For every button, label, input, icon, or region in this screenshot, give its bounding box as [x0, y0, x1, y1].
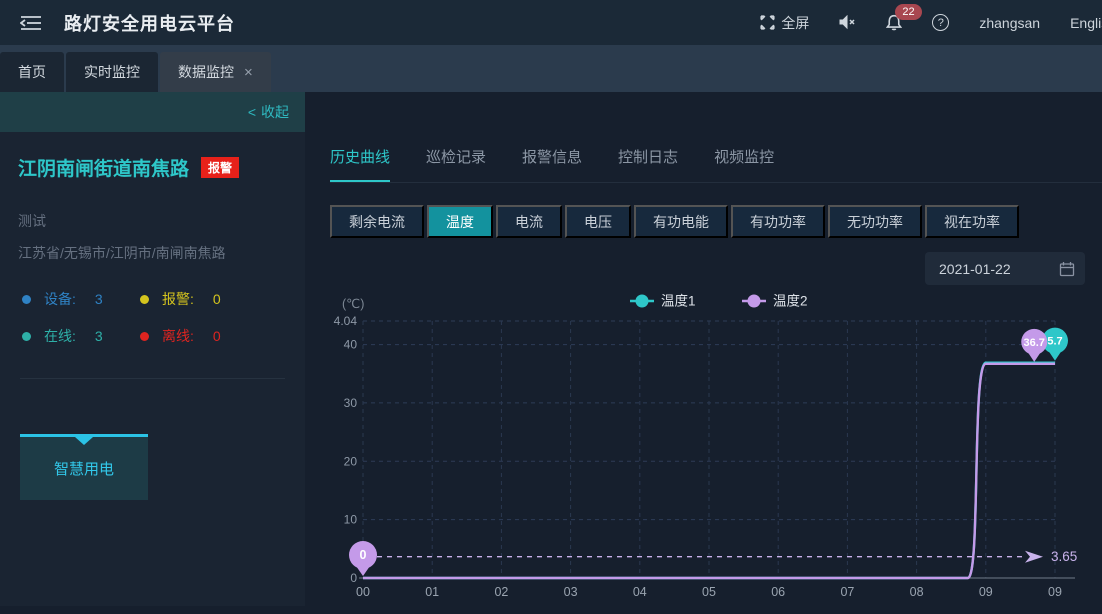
stat-devices: 设备: 3	[22, 289, 140, 309]
legend-item[interactable]: 温度1	[630, 294, 696, 309]
collapse-menu-icon[interactable]	[20, 15, 42, 31]
speaker-muted-icon	[839, 15, 856, 30]
station-subtitle: 测试	[18, 211, 305, 231]
metric-button-apparent-power[interactable]: 视在功率	[925, 205, 1019, 238]
chart-x-label: 06	[771, 585, 785, 599]
detail-tabs: 历史曲线 巡检记录 报警信息 控制日志 视频监控	[330, 146, 1102, 183]
chart-x-label: 08	[910, 585, 924, 599]
metric-button-temperature[interactable]: 温度	[427, 205, 493, 238]
chart-y-label: 20	[344, 454, 358, 468]
tab-alarm-info[interactable]: 报警信息	[522, 146, 582, 182]
legend-item[interactable]: 温度2	[742, 294, 808, 309]
page-tabbar: 首页 实时监控 数据监控 ×	[0, 45, 1102, 92]
notification-badge: 22	[895, 4, 921, 20]
chart-x-label: 02	[494, 585, 508, 599]
chart-x-label: 07	[840, 585, 854, 599]
chart-unit-label: (℃)	[342, 297, 364, 311]
chart-y-label: 4.04	[334, 314, 358, 328]
chart-x-label: 01	[425, 585, 439, 599]
smart-electricity-card[interactable]: 智慧用电	[20, 434, 148, 500]
fullscreen-label: 全屏	[781, 13, 809, 33]
mute-button[interactable]	[839, 15, 856, 30]
tab-control-log[interactable]: 控制日志	[618, 146, 678, 182]
metric-button-current[interactable]: 电流	[496, 205, 562, 238]
close-tab-icon[interactable]: ×	[244, 64, 253, 81]
metric-buttons: 剩余电流 温度 电流 电压 有功电能 有功功率 无功功率 视在功率	[330, 205, 1102, 238]
average-label: 3.65	[1051, 549, 1077, 564]
stat-value: 0	[213, 328, 221, 344]
stat-value: 0	[213, 291, 221, 307]
help-icon: ?	[932, 14, 949, 31]
fullscreen-button[interactable]: 全屏	[760, 13, 809, 33]
chart-x-label: 09	[979, 585, 993, 599]
chart-x-label: 09	[1048, 585, 1062, 599]
sidebar-divider	[20, 378, 285, 379]
svg-text:36.7: 36.7	[1024, 337, 1045, 349]
card-label: 智慧用电	[54, 458, 114, 479]
chart-x-label: 03	[564, 585, 578, 599]
svg-text:0: 0	[360, 548, 367, 562]
fullscreen-icon	[760, 15, 775, 30]
language-switch[interactable]: English	[1070, 15, 1102, 31]
tab-realtime-label: 实时监控	[84, 62, 140, 82]
app-title: 路灯安全用电云平台	[64, 10, 235, 36]
date-value: 2021-01-22	[939, 261, 1011, 277]
chevron-left-icon: <	[248, 104, 256, 120]
date-picker[interactable]: 2021-01-22	[925, 252, 1085, 285]
collapse-panel-button[interactable]: < 收起	[0, 92, 305, 132]
stat-dot	[22, 295, 31, 304]
collapse-label: 收起	[261, 102, 289, 122]
calendar-icon	[1059, 261, 1075, 277]
tab-inspection-records[interactable]: 巡检记录	[426, 146, 486, 182]
chart-x-label: 05	[702, 585, 716, 599]
chart-y-label: 0	[350, 571, 357, 585]
tab-home[interactable]: 首页	[0, 52, 64, 92]
card-pointer-icon	[75, 437, 93, 445]
metric-button-residual-current[interactable]: 剩余电流	[330, 205, 424, 238]
metric-button-active-energy[interactable]: 有功电能	[634, 205, 728, 238]
stat-value: 3	[95, 328, 103, 344]
tab-realtime-monitor[interactable]: 实时监控	[66, 52, 158, 92]
stat-dot	[140, 295, 149, 304]
tab-video-monitor[interactable]: 视频监控	[714, 146, 774, 182]
tab-home-label: 首页	[18, 62, 46, 82]
stat-dot	[22, 332, 31, 341]
stat-dot	[140, 332, 149, 341]
stat-label: 设备:	[44, 289, 76, 309]
main-panel: 历史曲线 巡检记录 报警信息 控制日志 视频监控 剩余电流 温度 电流 电压 有…	[305, 92, 1102, 606]
alarm-badge: 报警	[201, 157, 239, 178]
svg-text:温度2: 温度2	[773, 294, 808, 309]
tab-data-label: 数据监控	[178, 62, 234, 82]
svg-text:5.7: 5.7	[1047, 336, 1062, 348]
tab-data-monitor[interactable]: 数据监控 ×	[160, 52, 271, 92]
notifications-button[interactable]: 22	[886, 14, 902, 31]
username[interactable]: zhangsan	[979, 15, 1040, 31]
station-stats: 设备: 3 报警: 0 在线: 3 离线: 0	[22, 289, 305, 346]
stat-value: 3	[95, 291, 103, 307]
svg-text:温度1: 温度1	[661, 294, 696, 309]
stat-label: 报警:	[162, 289, 194, 309]
average-arrow-icon	[1025, 551, 1043, 563]
station-address: 江苏省/无锡市/江阴市/南闸南焦路	[18, 243, 305, 263]
tab-history-curve[interactable]: 历史曲线	[330, 146, 390, 182]
station-sidebar: < 收起 江阴南闸街道南焦路 报警 测试 江苏省/无锡市/江阴市/南闸南焦路 设…	[0, 92, 305, 606]
metric-button-reactive-power[interactable]: 无功功率	[828, 205, 922, 238]
chart-x-label: 00	[356, 585, 370, 599]
stat-offline: 离线: 0	[140, 326, 305, 346]
station-name: 江阴南闸街道南焦路	[18, 154, 189, 181]
chart-y-label: 10	[344, 513, 358, 527]
chart-y-label: 40	[344, 338, 358, 352]
metric-button-active-power[interactable]: 有功功率	[731, 205, 825, 238]
chart-x-label: 04	[633, 585, 647, 599]
metric-button-voltage[interactable]: 电压	[565, 205, 631, 238]
temperature-chart: 4.0440302010000010203040506070809093.650…	[330, 291, 1102, 614]
help-button[interactable]: ?	[932, 14, 949, 31]
app-header: 路灯安全用电云平台 全屏 22 ?	[0, 0, 1102, 45]
stat-online: 在线: 3	[22, 326, 140, 346]
stat-label: 在线:	[44, 326, 76, 346]
chart-y-label: 30	[344, 396, 358, 410]
stat-label: 离线:	[162, 326, 194, 346]
marker-pin: 36.7	[1021, 329, 1047, 362]
stat-alarms: 报警: 0	[140, 289, 305, 309]
